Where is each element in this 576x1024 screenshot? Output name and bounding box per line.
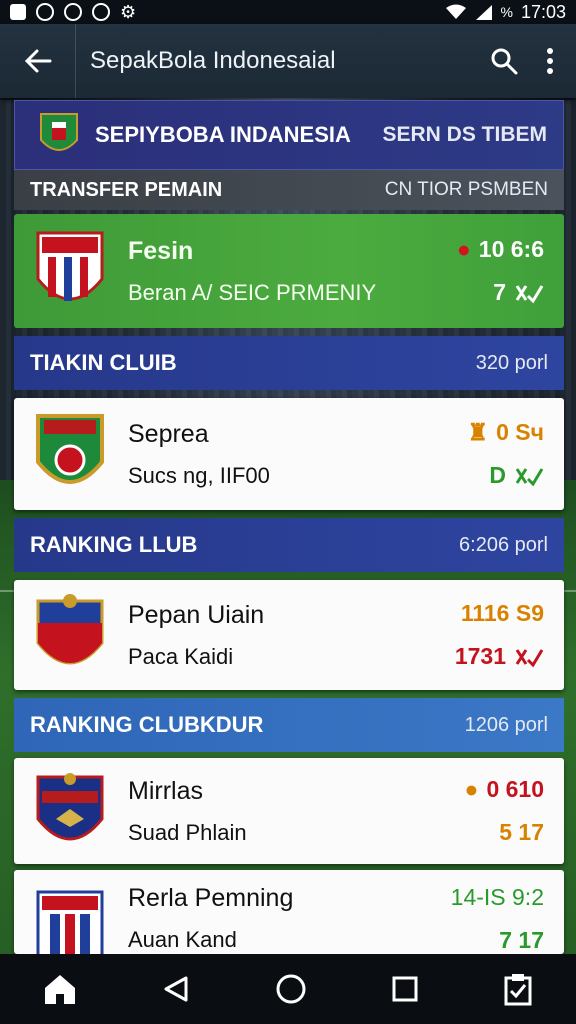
club-name: Rerla Pemning (128, 884, 294, 912)
battery-indicator: % (500, 4, 513, 20)
wifi-icon (445, 4, 466, 19)
section-title: RANKING LLUB (30, 532, 198, 557)
club-stat-primary: 0 Sч (496, 419, 544, 445)
club-stat-secondary: 5 17 (499, 819, 544, 845)
clipboard-check-icon[interactable] (502, 972, 534, 1006)
gear-notification-icon: ⚙ (120, 1, 137, 22)
app-bar: SepakBola Indonesaial (0, 24, 576, 98)
section-title: RANKING CLUBKDUR (30, 712, 264, 737)
signal-icon (475, 5, 492, 20)
location-pin-icon: ● (456, 236, 471, 262)
league-subtitle: SERN DS TIBEM (382, 123, 547, 146)
section-header-club[interactable]: TIAKIN CLUIB 320 porl (14, 336, 564, 390)
club-crest-icon (36, 414, 104, 484)
highlight-player-name: Fesin (128, 236, 194, 265)
club-detail: Sucs ng, IIF00 (128, 462, 270, 488)
trophy-icon: ♜ (467, 419, 489, 445)
clock: 17:03 (520, 1, 566, 22)
section-title: TIAKIN CLUIB (30, 350, 177, 375)
arrow-left-icon (24, 49, 51, 73)
highlight-player-detail: Beran A/ SEIC PRMENIY (128, 279, 377, 305)
club-stat-secondary: 7 17 (499, 927, 544, 953)
highlight-card[interactable]: Fesin Beran A/ SEIC PRMENIY ● 10 6:6 7 (14, 214, 564, 328)
search-icon[interactable] (490, 47, 518, 75)
app-title: SepakBola Indonesaial (90, 47, 336, 74)
club-card[interactable]: Seprea Sucs ng, IIF00 ♜ 0 Sч D (14, 398, 564, 510)
messenger-notification-icon (64, 3, 82, 21)
section-meta: 6:206 porl (459, 533, 548, 556)
club-crest-icon (36, 773, 104, 841)
home-circle-icon[interactable] (275, 973, 307, 1005)
recent-apps-icon[interactable] (391, 975, 419, 1003)
league-header: SEPIYBOBA INDANESIA SERN DS TIBEM (14, 100, 564, 170)
image-notification-icon (10, 4, 26, 20)
club-stat-primary: 0 610 (486, 776, 544, 802)
trend-check-icon (515, 648, 544, 667)
home-icon[interactable] (42, 972, 78, 1006)
status-ring-icon: ● (464, 776, 479, 802)
club-crest-icon (36, 890, 104, 954)
trend-check-icon (515, 284, 544, 303)
club-name: Seprea (128, 419, 209, 448)
club-detail: Suad Phlain (128, 819, 247, 845)
trend-check-icon (515, 467, 544, 486)
club-crest-icon (36, 231, 104, 301)
back-button[interactable] (0, 24, 76, 98)
more-options-icon[interactable] (546, 47, 554, 75)
club-name: Mirrlas (128, 776, 203, 805)
system-navigation-bar (0, 954, 576, 1024)
league-logo-icon (40, 113, 78, 151)
music-notification-icon (92, 3, 110, 21)
highlight-stat-secondary: 7 (493, 279, 506, 305)
club-card[interactable]: Mirrlas Suad Phlain ● 0 610 5 17 (14, 758, 564, 864)
whatsapp-notification-icon (36, 3, 54, 21)
club-card[interactable]: Rerla Pemning Auan Kand 14-IS 9:2 7 17 (14, 870, 564, 954)
transfer-title: TRANSFER PEMAIN (30, 178, 223, 201)
club-crest-icon (36, 594, 104, 665)
club-stat-secondary: 1731 (454, 643, 506, 669)
section-meta: 1206 porl (464, 713, 548, 736)
club-detail: Auan Kand (128, 927, 237, 952)
club-card[interactable]: Pepan Uiain Paca Kaidi 1116 S9 1731 (14, 580, 564, 690)
highlight-stat-primary: 10 6:6 (478, 236, 544, 262)
club-detail: Paca Kaidi (128, 643, 234, 669)
transfer-subtitle: CN TIOR PSMBEN (384, 179, 548, 200)
back-triangle-icon[interactable] (161, 974, 191, 1004)
club-name: Pepan Uiain (128, 600, 265, 629)
club-stat-secondary: D (489, 462, 506, 488)
club-stat-primary: 14-IS 9:2 (450, 884, 544, 910)
section-header-ranking[interactable]: RANKING LLUB 6:206 porl (14, 518, 564, 572)
status-bar: ⚙ % 17:03 (0, 0, 576, 24)
section-meta: 320 porl (475, 351, 548, 374)
transfer-section-header[interactable]: TRANSFER PEMAIN CN TIOR PSMBEN (14, 170, 564, 210)
club-stat-primary: 1116 S9 (460, 600, 544, 626)
league-title: SEPIYBOBA INDANESIA (95, 122, 351, 147)
section-header-ranking-club[interactable]: RANKING CLUBKDUR 1206 porl (14, 698, 564, 752)
